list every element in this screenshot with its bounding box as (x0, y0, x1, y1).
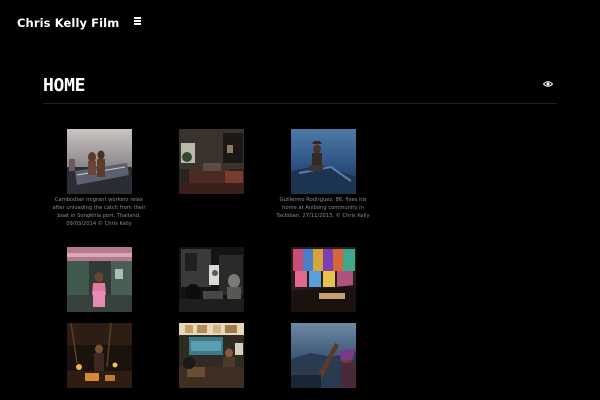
gallery-photo[interactable] (179, 129, 244, 194)
photo-caption: Guillermo Rodriguez, 86, fixes his home … (276, 197, 370, 219)
hamburger-menu-icon[interactable] (134, 17, 144, 27)
eye-icon[interactable] (543, 80, 553, 88)
gallery-photo[interactable] (179, 323, 244, 388)
page: Chris Kelly Film HOME Cambodian migrant … (0, 0, 600, 400)
gallery-photo[interactable] (291, 323, 356, 388)
gallery-photo[interactable] (179, 247, 244, 312)
gallery-photo[interactable] (67, 323, 132, 388)
page-title: HOME (43, 75, 86, 96)
site-title[interactable]: Chris Kelly Film (17, 16, 119, 30)
gallery-photo[interactable] (67, 247, 132, 312)
heading-divider (43, 103, 557, 104)
gallery-photo[interactable] (67, 129, 132, 194)
main-content: HOME Cambodian migrant workers relax aft… (43, 72, 557, 388)
photo-caption: Cambodian migrant workers relax after un… (52, 197, 146, 227)
gallery-photo[interactable] (291, 247, 356, 312)
gallery-photo[interactable] (291, 129, 356, 194)
